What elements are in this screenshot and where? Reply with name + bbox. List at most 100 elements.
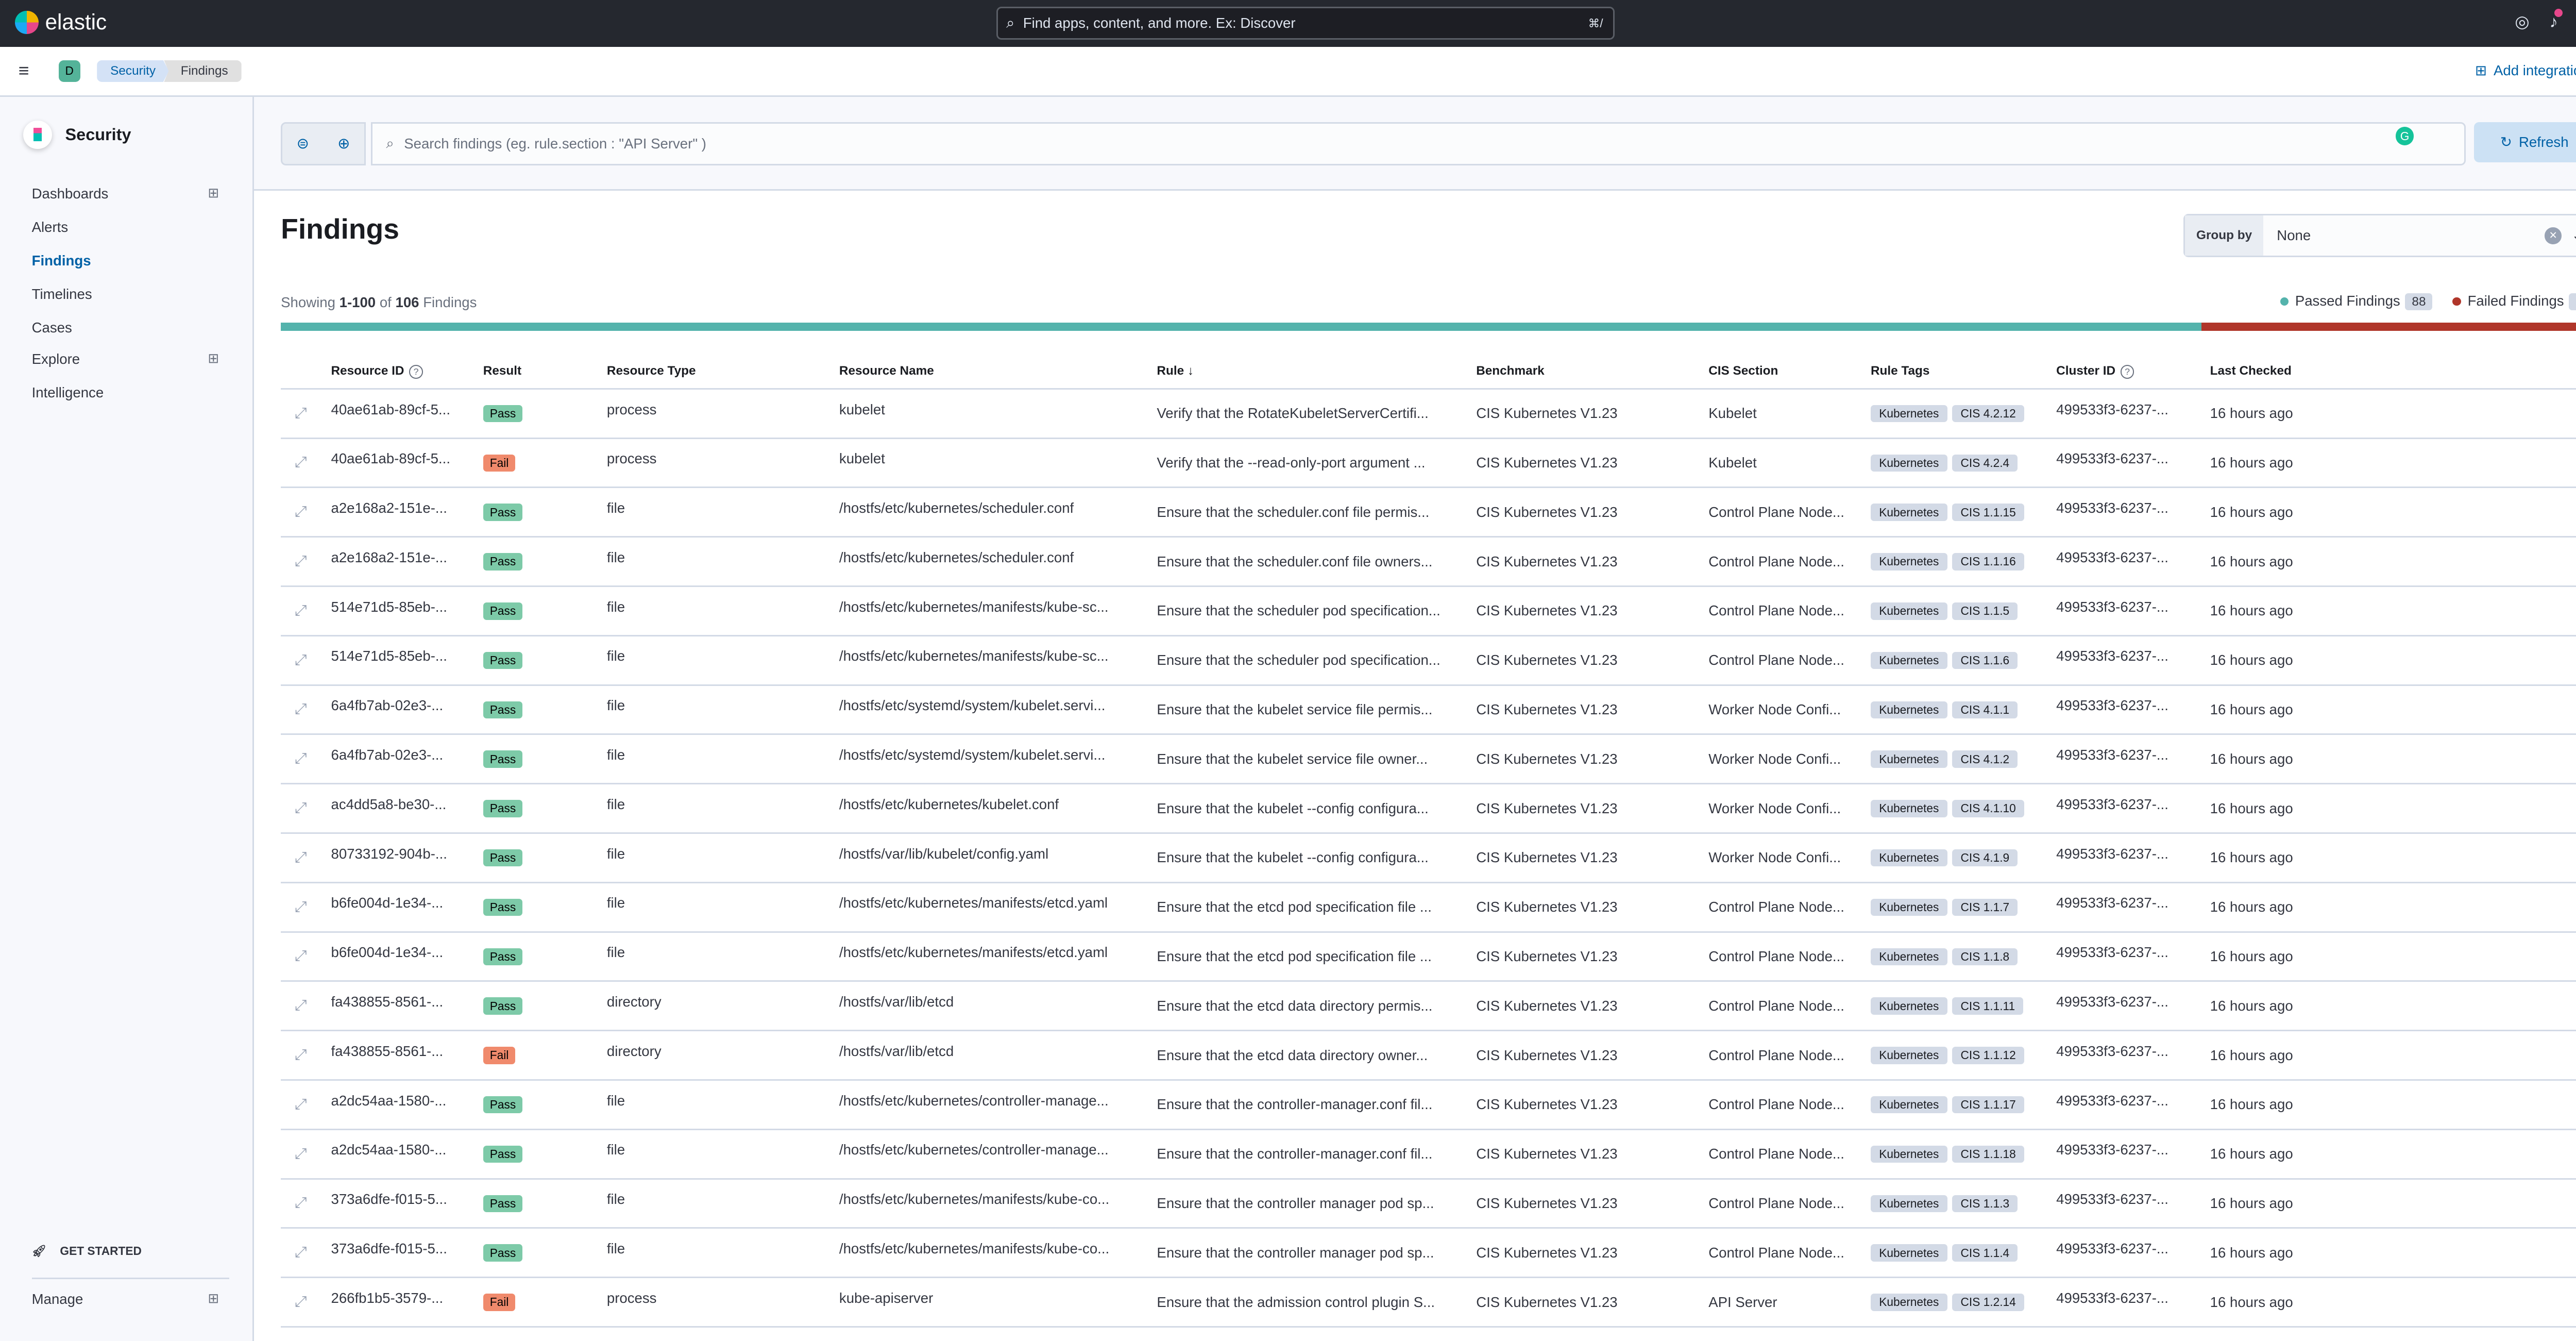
result-badge: Pass [483, 800, 523, 817]
sidebar-item-timelines[interactable]: Timelines [32, 286, 219, 303]
column-header[interactable]: Cluster ID? [2056, 364, 2210, 379]
global-search-input[interactable]: ⌕ Find apps, content, and more. Ex: Disco… [996, 6, 1615, 40]
expand-icon[interactable]: ⤢ [281, 1146, 331, 1163]
sidebar-item-intelligence[interactable]: Intelligence [32, 384, 219, 401]
cis-section: Control Plane Node... [1708, 1195, 1844, 1211]
table-row[interactable]: ⤢ b6fe004d-1e34-... Pass file /hostfs/et… [281, 933, 2576, 982]
expand-icon[interactable]: ⤢ [281, 553, 331, 570]
resource-id: 514e71d5-85eb-... [331, 598, 447, 615]
sidebar-item-explore[interactable]: Explore ⊞ [32, 351, 219, 367]
refresh-button[interactable]: ↻ Refresh [2474, 122, 2576, 162]
expand-icon[interactable]: ⤢ [281, 1244, 331, 1261]
expand-icon[interactable]: ⤢ [281, 800, 331, 817]
sidebar-item-dashboards[interactable]: Dashboards ⊞ [32, 186, 219, 202]
space-avatar[interactable]: D [58, 60, 80, 82]
expand-icon[interactable]: ⤢ [281, 948, 331, 965]
sidebar-item-manage[interactable]: Manage ⊞ [32, 1291, 219, 1308]
sidebar-item-alerts[interactable]: Alerts [32, 219, 219, 236]
resource-name: kubelet [839, 401, 885, 417]
column-header[interactable]: Resource Type [607, 364, 839, 378]
table-row[interactable]: ⤢ a2dc54aa-1580-... Pass file /hostfs/et… [281, 1130, 2576, 1180]
expand-icon[interactable]: ⤢ [281, 997, 331, 1014]
expand-icon[interactable]: ⤢ [281, 1096, 331, 1113]
help-icon[interactable]: ◎ [2515, 12, 2529, 31]
result-badge: Pass [483, 1195, 523, 1213]
table-row[interactable]: ⤢ 514e71d5-85eb-... Pass file /hostfs/et… [281, 587, 2576, 636]
sidebar-item-findings[interactable]: Findings [32, 253, 219, 269]
help-icon[interactable]: ? [2120, 365, 2134, 379]
resource-type: file [606, 697, 625, 714]
last-checked: 16 hours ago [2210, 454, 2293, 471]
cluster-id: 499533f3-6237-... [2056, 944, 2168, 961]
cluster-id: 499533f3-6237-... [2056, 1241, 2168, 1257]
table-row[interactable]: ⤢ fa438855-8561-... Pass directory /host… [281, 982, 2576, 1032]
column-header[interactable]: Rule ↓ [1157, 364, 1476, 378]
expand-icon[interactable]: ⤢ [281, 849, 331, 866]
expand-icon[interactable]: ⤢ [281, 405, 331, 422]
expand-icon[interactable]: ⤢ [281, 899, 331, 916]
resource-type: file [606, 1241, 625, 1257]
group-by-select[interactable]: Group by None ✕ ⌄ [2183, 214, 2576, 258]
column-header[interactable]: Resource ID? [331, 364, 483, 379]
expand-icon[interactable]: ⤢ [281, 652, 331, 669]
last-checked: 16 hours ago [2210, 1146, 2293, 1162]
expand-icon[interactable]: ⤢ [281, 602, 331, 619]
last-checked: 16 hours ago [2210, 504, 2293, 520]
result-badge: Pass [483, 948, 523, 966]
table-row[interactable]: ⤢ ac4dd5a8-be30-... Pass file /hostfs/et… [281, 784, 2576, 834]
expand-icon[interactable]: ⤢ [281, 750, 331, 767]
expand-icon[interactable]: ⤢ [281, 1294, 331, 1311]
breadcrumb-security[interactable]: Security [97, 60, 169, 82]
elastic-logo[interactable]: elastic [15, 10, 107, 35]
column-header[interactable]: Result [483, 364, 607, 378]
expand-icon[interactable]: ⤢ [281, 701, 331, 718]
table-row[interactable]: ⤢ 40ae61ab-89cf-5... Fail process kubele… [281, 439, 2576, 489]
passed-findings-legend[interactable]: Passed Findings 88 [2280, 293, 2433, 311]
sidebar-item-cases[interactable]: Cases [32, 320, 219, 336]
expand-icon[interactable]: ⤢ [281, 454, 331, 471]
column-header[interactable]: Resource Name [839, 364, 1157, 378]
table-row[interactable]: ⤢ 373a6dfe-f015-5... Pass file /hostfs/e… [281, 1229, 2576, 1279]
result-badge: Pass [483, 602, 523, 620]
table-row[interactable]: ⤢ 373a6dfe-f015-5... Pass file /hostfs/e… [281, 1180, 2576, 1229]
global-search-placeholder: Find apps, content, and more. Ex: Discov… [1023, 15, 1296, 31]
column-header[interactable]: Last Checked [2210, 364, 2428, 378]
table-row[interactable]: ⤢ fa438855-8561-... Fail directory /host… [281, 1031, 2576, 1081]
table-row[interactable]: ⤢ 6a4fb7ab-02e3-... Pass file /hostfs/et… [281, 735, 2576, 785]
failed-bar-segment[interactable] [2201, 323, 2576, 331]
rule: Ensure that the controller manager pod s… [1157, 1244, 1434, 1261]
resource-type: file [606, 1092, 625, 1109]
expand-icon[interactable]: ⤢ [281, 504, 331, 521]
failed-findings-legend[interactable]: Failed Findings18 [2452, 293, 2576, 311]
menu-toggle-icon[interactable]: ≡ [19, 61, 29, 80]
table-row[interactable]: ⤢ 40ae61ab-89cf-5... Pass process kubele… [281, 390, 2576, 439]
grammarly-icon[interactable]: G [2395, 127, 2414, 146]
table-row[interactable]: ⤢ 266fb1b5-3579-... Fail process kube-ap… [281, 1278, 2576, 1328]
rule: Ensure that the etcd pod specification f… [1157, 899, 1432, 915]
resource-type: file [606, 549, 625, 565]
expand-icon[interactable]: ⤢ [281, 1047, 331, 1064]
table-row[interactable]: ⤢ 514e71d5-85eb-... Pass file /hostfs/et… [281, 636, 2576, 686]
table-row[interactable]: ⤢ 80733192-904b-... Pass file /hostfs/va… [281, 834, 2576, 883]
table-row[interactable]: ⤢ a2e168a2-151e-... Pass file /hostfs/et… [281, 488, 2576, 538]
saved-queries-button[interactable]: ⊜ [282, 124, 324, 164]
column-header[interactable]: Rule Tags [1871, 364, 2056, 378]
help-icon[interactable]: ? [409, 365, 423, 379]
table-row[interactable]: ⤢ a2dc54aa-1580-... Pass file /hostfs/et… [281, 1081, 2576, 1130]
news-feed-icon[interactable]: ♪ [2549, 9, 2563, 31]
passed-bar-segment[interactable] [281, 323, 2202, 331]
column-header[interactable]: CIS Section [1708, 364, 1871, 378]
clear-icon[interactable]: ✕ [2545, 227, 2562, 244]
get-started-link[interactable]: 🚀︎ GET STARTED [32, 1244, 142, 1258]
result-badge: Pass [483, 1244, 523, 1262]
search-findings-input[interactable]: ⌕ Search findings (eg. rule.section : "AP… [371, 122, 2466, 165]
table-row[interactable]: ⤢ 6a4fb7ab-02e3-... Pass file /hostfs/et… [281, 686, 2576, 735]
add-filter-button[interactable]: ⊕ [324, 124, 365, 164]
table-row[interactable]: ⤢ a2e168a2-151e-... Pass file /hostfs/et… [281, 538, 2576, 587]
expand-icon[interactable]: ⤢ [281, 1195, 331, 1212]
column-header[interactable]: Benchmark [1476, 364, 1708, 378]
table-row[interactable]: ⤢ b6fe004d-1e34-... Pass file /hostfs/et… [281, 883, 2576, 933]
rule-tag: CIS 1.1.15 [1952, 504, 2024, 521]
add-integrations-link[interactable]: ⊞ Add integrations [2475, 62, 2576, 79]
chevron-down-icon[interactable]: ⌄ [2571, 228, 2576, 243]
